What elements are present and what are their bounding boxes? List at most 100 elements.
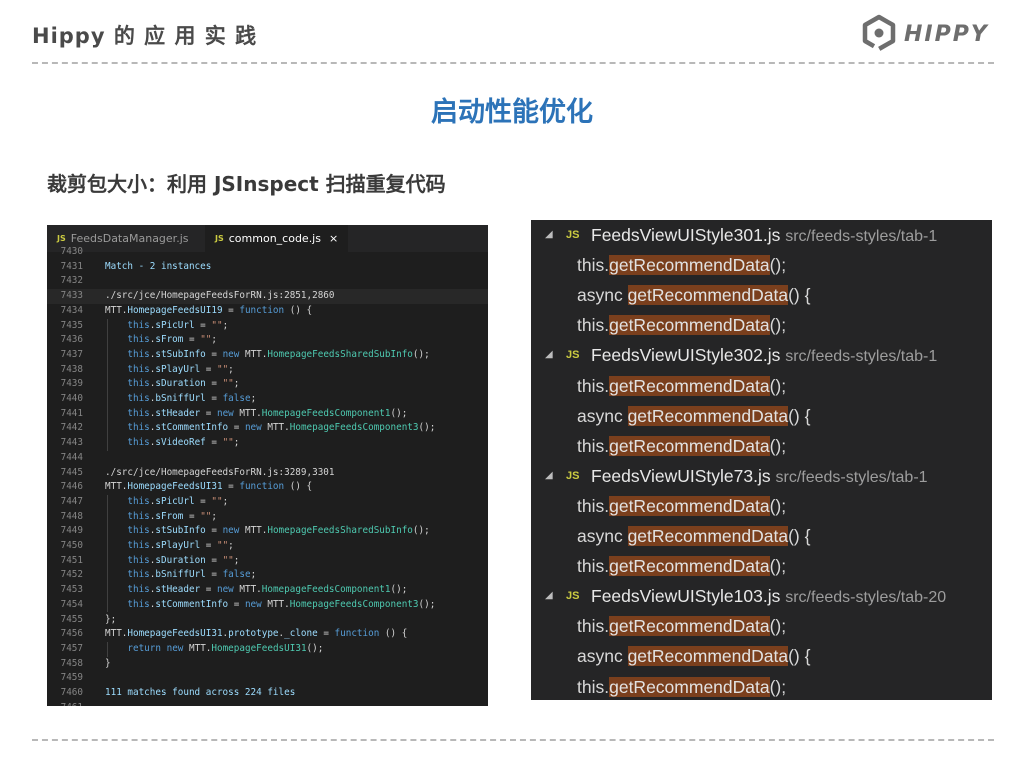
- code-line: 7456 MTT.HomepageFeedsUI31.prototype._clo…: [47, 627, 488, 642]
- match-suffix: () {: [788, 526, 811, 546]
- match-highlight: getRecommendData: [627, 405, 789, 426]
- code-line: 7449 this.stSubInfo = new MTT.HomepageFe…: [47, 524, 488, 539]
- line-number: 7445: [60, 466, 83, 478]
- match-text: async getRecommendData() {: [577, 641, 810, 671]
- search-match-line[interactable]: async getRecommendData() {: [531, 521, 992, 551]
- code-line: 7442 this.stCommentInfo = new MTT.Homepa…: [47, 421, 488, 436]
- file-name-label: FeedsViewUIStyle302.js src/feeds-styles/…: [591, 340, 937, 372]
- top-divider: [32, 62, 994, 64]
- match-highlight: getRecommendData: [609, 315, 770, 336]
- code-line: 7431 Match - 2 instances: [47, 260, 488, 275]
- match-prefix: this.: [577, 556, 610, 577]
- code-text: this.sPlayUrl = "";: [127, 363, 234, 375]
- match-suffix: ();: [769, 375, 787, 396]
- code-editor-screenshot: JS FeedsDataManager.js JS common_code.js × …: [47, 225, 488, 706]
- search-match-line[interactable]: async getRecommendData() {: [531, 641, 992, 671]
- hippy-logo: HIPPY: [860, 14, 990, 54]
- code-line: 7453 this.stHeader = new MTT.HomepageFee…: [47, 583, 488, 598]
- code-line: 7461: [47, 701, 488, 706]
- search-match-line[interactable]: this.getRecommendData();: [531, 371, 992, 401]
- line-number: 7438: [60, 363, 83, 375]
- file-name: FeedsViewUIStyle73.js: [591, 465, 776, 486]
- search-match-line[interactable]: async getRecommendData() {: [531, 401, 992, 431]
- js-file-icon: JS: [566, 349, 580, 362]
- match-text: this.getRecommendData();: [577, 551, 786, 581]
- file-name: FeedsViewUIStyle302.js: [591, 345, 786, 366]
- code-line: 7435 this.sPicUrl = "";: [47, 319, 488, 334]
- line-number: 7457: [60, 642, 83, 654]
- code-text: this.stHeader = new MTT.HomepageFeedsCom…: [127, 407, 408, 419]
- search-match-line[interactable]: this.getRecommendData();: [531, 672, 992, 701]
- line-number: 7455: [60, 613, 83, 625]
- code-line: 7444: [47, 451, 488, 466]
- bottom-divider: [32, 739, 994, 741]
- search-match-line[interactable]: this.getRecommendData();: [531, 250, 992, 280]
- code-text: MTT.HomepageFeedsUI19 = function () {: [105, 304, 313, 316]
- collapse-arrow-icon[interactable]: ◢: [545, 340, 553, 370]
- match-suffix: ();: [769, 676, 787, 697]
- search-results-screenshot: ◢ JS FeedsViewUIStyle301.js src/feeds-styl…: [531, 220, 992, 700]
- js-file-icon: JS: [566, 590, 580, 603]
- collapse-arrow-icon[interactable]: ◢: [545, 461, 553, 491]
- match-text: async getRecommendData() {: [577, 280, 810, 310]
- hexagon-logo-icon: [862, 14, 896, 52]
- search-result-file[interactable]: ◢ JS FeedsViewUIStyle302.js src/feeds-styl…: [531, 340, 992, 370]
- line-number: 7432: [60, 275, 83, 287]
- match-text: this.getRecommendData();: [577, 250, 786, 280]
- match-prefix: async: [577, 526, 628, 546]
- line-number: 7454: [60, 598, 83, 610]
- code-text: ./src/jce/HomepageFeedsForRN.js:2851,286…: [105, 290, 335, 302]
- code-text: ./src/jce/HomepageFeedsForRN.js:3289,330…: [105, 466, 335, 478]
- match-highlight: getRecommendData: [609, 435, 770, 456]
- code-line: 7432: [47, 274, 488, 289]
- search-match-line[interactable]: this.getRecommendData();: [531, 551, 992, 581]
- code-line: 7437 this.stSubInfo = new MTT.HomepageFe…: [47, 348, 488, 363]
- code-area: 7430 7431 Match - 2 instances 7432 7433 ./src…: [47, 246, 488, 706]
- file-name-label: FeedsViewUIStyle103.js src/feeds-styles/…: [591, 581, 946, 613]
- line-number: 7430: [60, 246, 83, 257]
- match-suffix: ();: [769, 435, 787, 456]
- search-match-line[interactable]: this.getRecommendData();: [531, 310, 992, 340]
- search-match-line[interactable]: this.getRecommendData();: [531, 431, 992, 461]
- code-line: 7459: [47, 671, 488, 686]
- match-text: this.getRecommendData();: [577, 310, 786, 340]
- line-number: 7451: [60, 554, 83, 566]
- tab-label: common_code.js: [228, 232, 321, 245]
- indent-guide: [107, 641, 108, 657]
- code-text: this.sPicUrl = "";: [127, 319, 229, 331]
- search-match-line[interactable]: async getRecommendData() {: [531, 280, 992, 310]
- code-line: 7452 this.bSniffUrl = false;: [47, 568, 488, 583]
- search-result-file[interactable]: ◢ JS FeedsViewUIStyle301.js src/feeds-styl…: [531, 220, 992, 250]
- code-line: 7434 MTT.HomepageFeedsUI19 = function () …: [47, 304, 488, 319]
- match-prefix: this.: [577, 495, 610, 516]
- match-suffix: ();: [769, 255, 787, 276]
- search-result-file[interactable]: ◢ JS FeedsViewUIStyle103.js src/feeds-styl…: [531, 581, 992, 611]
- close-tab-icon[interactable]: ×: [329, 232, 338, 245]
- line-number: 7443: [60, 437, 83, 449]
- search-result-file[interactable]: ◢ JS FeedsViewUIStyle73.js src/feeds-style…: [531, 461, 992, 491]
- logo-text: HIPPY: [904, 22, 989, 47]
- file-name: FeedsViewUIStyle301.js: [591, 225, 786, 245]
- code-line: 7439 this.sDuration = "";: [47, 377, 488, 392]
- code-line: 7443 this.sVideoRef = "";: [47, 436, 488, 451]
- code-line: 7441 this.stHeader = new MTT.HomepageFee…: [47, 407, 488, 422]
- line-number: 7450: [60, 540, 83, 551]
- search-match-line[interactable]: this.getRecommendData();: [531, 611, 992, 641]
- line-number: 7444: [60, 451, 83, 463]
- code-line: 7430: [47, 245, 488, 260]
- match-suffix: () {: [788, 405, 811, 426]
- match-suffix: ();: [769, 556, 787, 577]
- code-text: };: [105, 613, 117, 625]
- line-number: 7431: [60, 260, 83, 272]
- collapse-arrow-icon[interactable]: ◢: [545, 220, 553, 250]
- match-text: this.getRecommendData();: [577, 491, 786, 521]
- collapse-arrow-icon[interactable]: ◢: [545, 581, 553, 611]
- match-highlight: getRecommendData: [627, 285, 789, 306]
- search-match-line[interactable]: this.getRecommendData();: [531, 491, 992, 521]
- code-text: }: [105, 657, 111, 669]
- file-path: src/feeds-styles/tab-1: [775, 468, 928, 486]
- file-name-label: FeedsViewUIStyle73.js src/feeds-styles/t…: [591, 461, 928, 493]
- match-text: this.getRecommendData();: [577, 431, 786, 461]
- line-number: 7447: [60, 495, 83, 507]
- code-text: return new MTT.HomepageFeedsUI31();: [127, 642, 324, 654]
